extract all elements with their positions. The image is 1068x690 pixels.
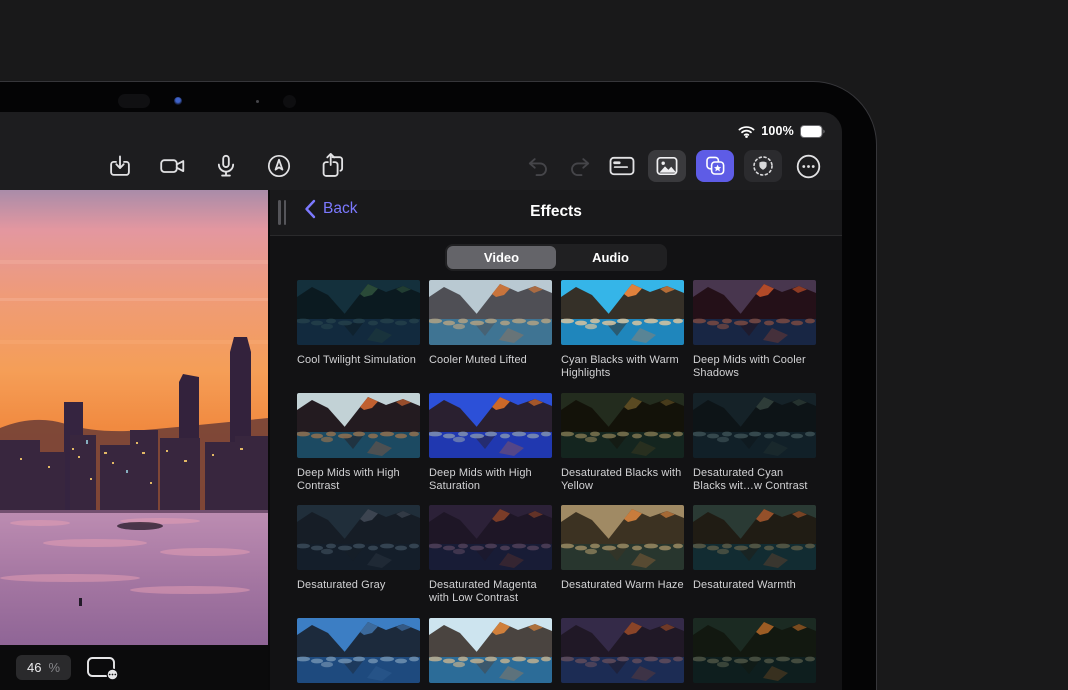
titles-icon	[607, 153, 637, 179]
viewer-options-icon	[86, 655, 120, 681]
undo-icon	[525, 153, 551, 179]
titles-button[interactable]	[606, 150, 638, 182]
effect-card[interactable]	[429, 618, 552, 690]
ipad-screen: 100%	[0, 112, 842, 690]
effect-card[interactable]	[693, 618, 816, 690]
jog-dial-button[interactable]	[744, 150, 782, 182]
effect-card[interactable]: Cool Twilight Simulation	[297, 280, 420, 393]
effect-label: Desaturated Warm Haze	[561, 579, 684, 592]
camera-lens	[283, 95, 296, 108]
draw-icon	[266, 153, 292, 179]
viewer-options-button[interactable]	[85, 653, 121, 683]
battery-percent: 100%	[761, 124, 794, 138]
viewer-pane: 46 %	[0, 190, 270, 690]
media-browser-button[interactable]	[648, 150, 686, 182]
zoom-value: 46	[27, 660, 41, 675]
effect-label: Cyan Blacks with Warm Highlights	[561, 354, 684, 380]
media-icon	[655, 155, 679, 177]
more-icon	[795, 153, 822, 180]
effect-label: Desaturated Warmth	[693, 579, 816, 592]
sunset-skyline-image	[0, 190, 268, 645]
redo-button[interactable]	[564, 150, 596, 182]
effect-thumbnail[interactable]	[429, 393, 552, 458]
tab-video[interactable]: Video	[447, 246, 556, 269]
import-button[interactable]	[104, 150, 136, 182]
undo-button[interactable]	[522, 150, 554, 182]
effect-thumbnail[interactable]	[561, 280, 684, 345]
share-button[interactable]	[316, 150, 348, 182]
effect-label: Cool Twilight Simulation	[297, 354, 420, 367]
front-camera	[174, 97, 182, 105]
effect-thumbnail[interactable]	[693, 393, 816, 458]
panel-title: Effects	[270, 203, 842, 221]
effects-panel: Back Effects Video Audio Cool Twilight S…	[270, 190, 842, 690]
toolbar-right-group	[522, 150, 824, 182]
wifi-icon	[738, 125, 755, 138]
effect-card[interactable]	[561, 618, 684, 690]
main-area: 46 %	[0, 190, 842, 690]
effect-label: Desaturated Cyan Blacks wit…w Contrast	[693, 467, 816, 493]
microphone-button[interactable]	[210, 150, 242, 182]
effect-label: Deep Mids with High Contrast	[297, 467, 420, 493]
effects-button[interactable]	[696, 150, 734, 182]
effect-thumbnail[interactable]	[297, 280, 420, 345]
effect-card[interactable]: Cyan Blacks with Warm Highlights	[561, 280, 684, 393]
effect-card[interactable]: Cooler Muted Lifted	[429, 280, 552, 393]
effect-label: Desaturated Gray	[297, 579, 420, 592]
effect-label: Cooler Muted Lifted	[429, 354, 552, 367]
viewer-footer: 46 %	[0, 645, 268, 690]
marketing-canvas: 100%	[0, 0, 1068, 690]
import-icon	[107, 153, 133, 179]
effect-thumbnail[interactable]	[561, 618, 684, 683]
effect-thumbnail[interactable]	[297, 618, 420, 683]
zoom-level-button[interactable]: 46 %	[16, 655, 71, 680]
share-icon	[318, 152, 346, 180]
redo-icon	[567, 153, 593, 179]
effect-thumbnail[interactable]	[693, 618, 816, 683]
more-button[interactable]	[792, 150, 824, 182]
record-video-icon	[158, 153, 188, 179]
status-bar: 100%	[0, 112, 842, 142]
effect-thumbnail[interactable]	[429, 618, 552, 683]
effect-card[interactable]: Desaturated Blacks with Yellow	[561, 393, 684, 506]
effect-thumbnail[interactable]	[429, 280, 552, 345]
ambient-sensor	[256, 100, 259, 103]
media-type-segmented-control: Video Audio	[445, 244, 667, 271]
tab-audio[interactable]: Audio	[556, 246, 665, 269]
effect-card[interactable]: Desaturated Magenta with Low Contrast	[429, 505, 552, 618]
zoom-unit: %	[48, 660, 60, 675]
microphone-icon	[213, 153, 239, 179]
effect-card[interactable]: Desaturated Warmth	[693, 505, 816, 618]
jog-dial-icon	[751, 154, 775, 178]
effect-card[interactable]: Desaturated Cyan Blacks wit…w Contrast	[693, 393, 816, 506]
effect-thumbnail[interactable]	[561, 505, 684, 570]
effect-card[interactable]: Deep Mids with Cooler Shadows	[693, 280, 816, 393]
effect-thumbnail[interactable]	[693, 280, 816, 345]
record-video-button[interactable]	[157, 150, 189, 182]
effect-label: Desaturated Magenta with Low Contrast	[429, 579, 552, 605]
panel-header: Back Effects	[270, 190, 842, 236]
battery-icon	[800, 125, 826, 138]
draw-button[interactable]	[263, 150, 295, 182]
effect-thumbnail[interactable]	[429, 505, 552, 570]
effect-card[interactable]: Desaturated Warm Haze	[561, 505, 684, 618]
effect-card[interactable]: Deep Mids with High Contrast	[297, 393, 420, 506]
effect-label: Deep Mids with High Saturation	[429, 467, 552, 493]
effect-thumbnail[interactable]	[297, 505, 420, 570]
effects-icon	[703, 154, 727, 178]
effect-thumbnail[interactable]	[561, 393, 684, 458]
viewer-preview[interactable]	[0, 190, 268, 645]
app-toolbar	[0, 142, 842, 190]
toolbar-left-group	[104, 150, 348, 182]
effects-grid: Cool Twilight Simulation Cooler Muted Lif…	[270, 271, 842, 690]
camera-sensor	[118, 94, 150, 108]
effect-label: Deep Mids with Cooler Shadows	[693, 354, 816, 380]
effect-card[interactable]	[297, 618, 420, 690]
effect-card[interactable]: Deep Mids with High Saturation	[429, 393, 552, 506]
effect-label: Desaturated Blacks with Yellow	[561, 467, 684, 493]
effect-thumbnail[interactable]	[693, 505, 816, 570]
effect-card[interactable]: Desaturated Gray	[297, 505, 420, 618]
effect-thumbnail[interactable]	[297, 393, 420, 458]
